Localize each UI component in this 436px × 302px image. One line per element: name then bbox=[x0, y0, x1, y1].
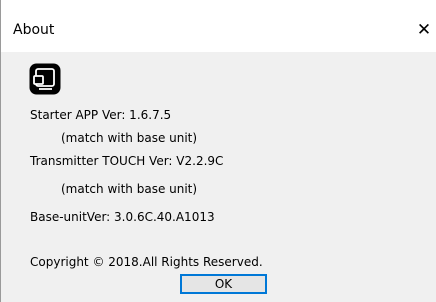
starter-app-version: Starter APP Ver: 1.6.7.5 bbox=[30, 108, 172, 122]
starter-app-note: (match with base unit) bbox=[61, 131, 198, 145]
transmitter-version: Transmitter TOUCH Ver: V2.2.9C bbox=[30, 154, 224, 168]
copyright-text: Copyright © 2018.All Rights Reserved. bbox=[30, 255, 263, 269]
transmitter-note: (match with base unit) bbox=[61, 182, 198, 196]
base-unit-version: Base-unitVer: 3.0.6C.40.A1013 bbox=[30, 210, 215, 224]
about-dialog: About ✕ Starter APP Ver: 1.6.7.5 (match … bbox=[0, 0, 436, 302]
dialog-title: About bbox=[13, 22, 55, 38]
app-icon bbox=[29, 63, 61, 95]
close-icon[interactable]: ✕ bbox=[412, 15, 436, 45]
ok-button[interactable]: OK bbox=[180, 274, 267, 294]
